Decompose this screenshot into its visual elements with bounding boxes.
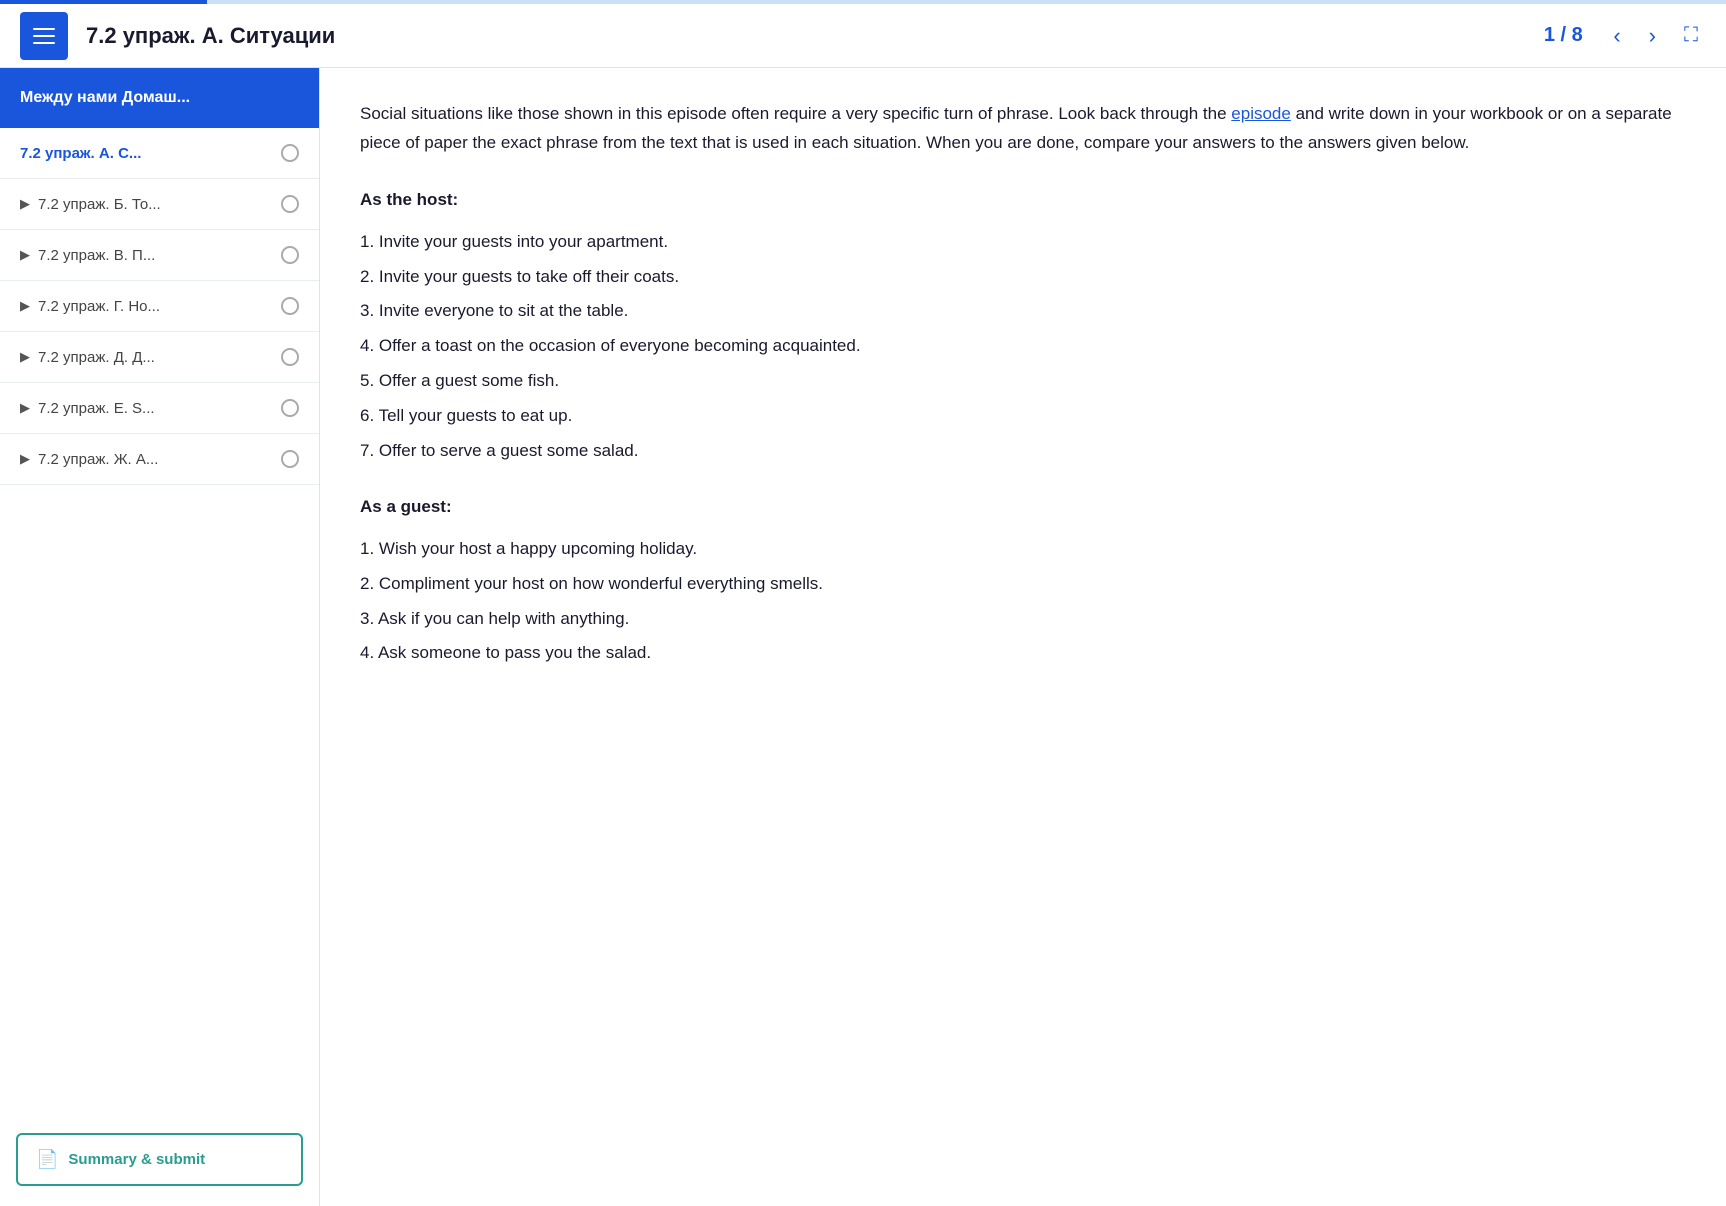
sidebar: Между нами Домаш... 7.2 упраж. А. С... ▶… <box>0 68 320 1206</box>
sidebar-item-e[interactable]: ▶ 7.2 упраж. Д. Д... <box>0 332 319 383</box>
host-item-6: 6. Tell your guests to eat up. <box>360 399 1686 434</box>
sidebar-item-d[interactable]: ▶ 7.2 упраж. Г. Но... <box>0 281 319 332</box>
sidebar-item-e-circle <box>281 348 299 366</box>
sidebar-item-d-label: 7.2 упраж. Г. Но... <box>38 298 273 315</box>
summary-icon: 📄 <box>36 1149 58 1170</box>
next-button[interactable]: › <box>1641 19 1664 53</box>
content-intro: Social situations like those shown in th… <box>360 100 1686 158</box>
host-item-1: 1. Invite your guests into your apartmen… <box>360 225 1686 260</box>
menu-icon-line3 <box>33 42 55 44</box>
sidebar-item-g-arrow: ▶ <box>20 451 30 467</box>
host-item-4: 4. Offer a toast on the occasion of ever… <box>360 329 1686 364</box>
guest-item-2: 2. Compliment your host on how wonderful… <box>360 567 1686 602</box>
sidebar-item-a-circle <box>281 144 299 162</box>
host-section-title: As the host: <box>360 186 1686 215</box>
guest-item-1: 1. Wish your host a happy upcoming holid… <box>360 532 1686 567</box>
guest-list: 1. Wish your host a happy upcoming holid… <box>360 532 1686 672</box>
sidebar-item-g[interactable]: ▶ 7.2 упраж. Ж. А... <box>0 434 319 485</box>
sidebar-item-b[interactable]: ▶ 7.2 упраж. Б. То... <box>0 179 319 230</box>
sidebar-item-d-circle <box>281 297 299 315</box>
guest-section-title: As a guest: <box>360 493 1686 522</box>
page-indicator: 1 / 8 <box>1533 24 1593 47</box>
sidebar-item-c-circle <box>281 246 299 264</box>
sidebar-item-c-arrow: ▶ <box>20 247 30 263</box>
sidebar-item-g-label: 7.2 упраж. Ж. А... <box>38 451 273 468</box>
host-list: 1. Invite your guests into your apartmen… <box>360 225 1686 469</box>
sidebar-item-f-label: 7.2 упраж. Е. S... <box>38 400 273 417</box>
summary-label: Summary & submit <box>68 1151 205 1168</box>
page-title: 7.2 упраж. А. Ситуации <box>86 23 1533 49</box>
sidebar-item-b-circle <box>281 195 299 213</box>
sidebar-item-a[interactable]: 7.2 упраж. А. С... <box>0 128 319 179</box>
sidebar-header-label: Между нами Домаш... <box>20 89 190 107</box>
header-navigation: 1 / 8 ‹ › ⛶ <box>1533 19 1706 53</box>
main-content: Social situations like those shown in th… <box>320 68 1726 1206</box>
menu-icon-line2 <box>33 35 55 37</box>
host-item-3: 3. Invite everyone to sit at the table. <box>360 294 1686 329</box>
main-layout: Между нами Домаш... 7.2 упраж. А. С... ▶… <box>0 68 1726 1206</box>
guest-item-3: 3. Ask if you can help with anything. <box>360 602 1686 637</box>
header: 7.2 упраж. А. Ситуации 1 / 8 ‹ › ⛶ <box>0 4 1726 68</box>
sidebar-item-d-arrow: ▶ <box>20 298 30 314</box>
episode-link[interactable]: episode <box>1231 104 1291 123</box>
host-item-5: 5. Offer a guest some fish. <box>360 364 1686 399</box>
menu-button[interactable] <box>20 12 68 60</box>
sidebar-item-f-arrow: ▶ <box>20 400 30 416</box>
host-item-7: 7. Offer to serve a guest some salad. <box>360 434 1686 469</box>
sidebar-item-b-arrow: ▶ <box>20 196 30 212</box>
sidebar-item-a-label: 7.2 упраж. А. С... <box>20 145 273 162</box>
content-intro-before: Social situations like those shown in th… <box>360 104 1231 123</box>
sidebar-item-f-circle <box>281 399 299 417</box>
sidebar-item-e-arrow: ▶ <box>20 349 30 365</box>
summary-submit-button[interactable]: 📄 Summary & submit <box>16 1133 303 1186</box>
guest-item-4: 4. Ask someone to pass you the salad. <box>360 636 1686 671</box>
host-item-2: 2. Invite your guests to take off their … <box>360 260 1686 295</box>
sidebar-header: Между нами Домаш... <box>0 68 319 128</box>
expand-button[interactable]: ⛶ <box>1676 20 1706 51</box>
sidebar-item-g-circle <box>281 450 299 468</box>
menu-icon-line1 <box>33 28 55 30</box>
sidebar-item-c[interactable]: ▶ 7.2 упраж. В. П... <box>0 230 319 281</box>
prev-button[interactable]: ‹ <box>1605 19 1628 53</box>
sidebar-item-f[interactable]: ▶ 7.2 упраж. Е. S... <box>0 383 319 434</box>
sidebar-item-e-label: 7.2 упраж. Д. Д... <box>38 349 273 366</box>
sidebar-item-b-label: 7.2 упраж. Б. То... <box>38 196 273 213</box>
sidebar-item-c-label: 7.2 упраж. В. П... <box>38 247 273 264</box>
